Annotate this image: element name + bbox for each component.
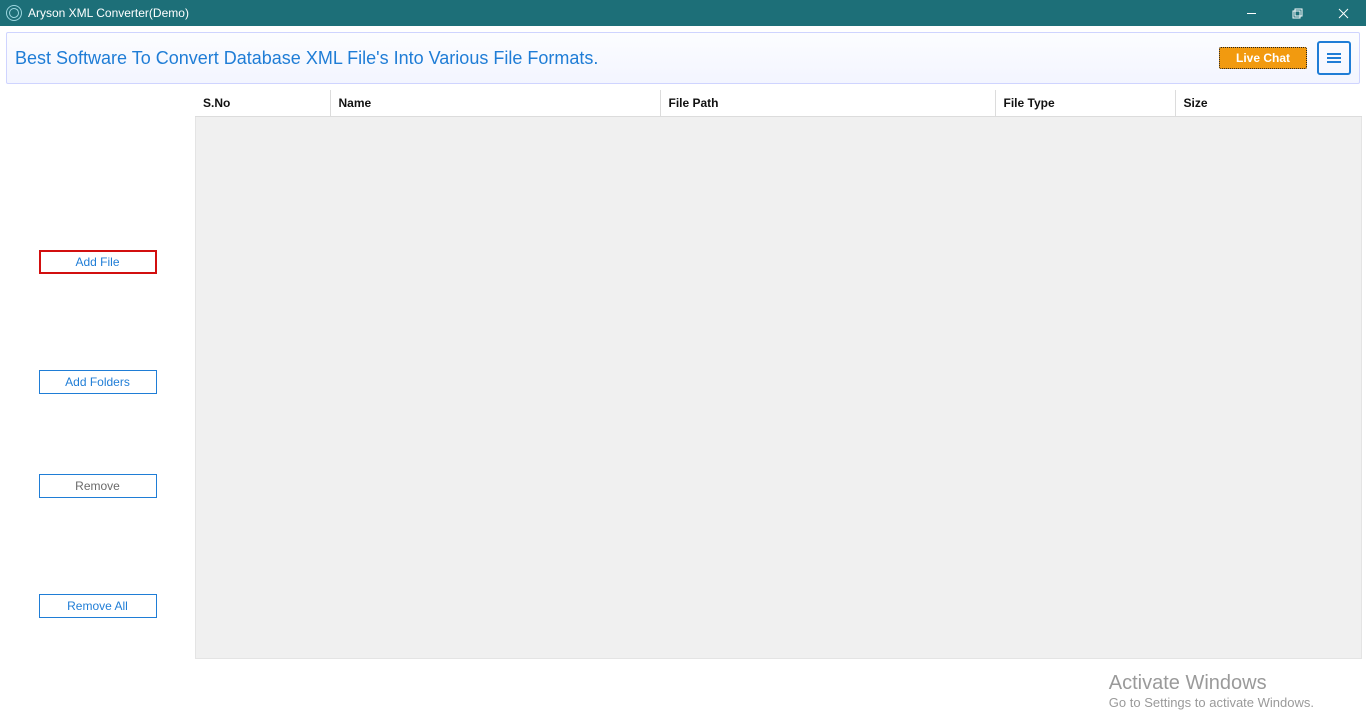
add-file-button[interactable]: Add File [39,250,157,274]
table-area: S.No Name File Path File Type Size [195,90,1366,728]
table-header-row: S.No Name File Path File Type Size [195,90,1362,117]
add-folders-button[interactable]: Add Folders [39,370,157,394]
live-chat-button[interactable]: Live Chat [1219,47,1307,69]
tagline-text: Best Software To Convert Database XML Fi… [15,48,1219,69]
remove-button[interactable]: Remove [39,474,157,498]
main-content: Add File Add Folders Remove Remove All S… [0,90,1366,728]
col-size[interactable]: Size [1175,90,1362,117]
minimize-button[interactable] [1228,0,1274,26]
file-table: S.No Name File Path File Type Size [195,90,1362,117]
sidebar: Add File Add Folders Remove Remove All [0,90,195,728]
hamburger-menu-button[interactable] [1317,41,1351,75]
window-controls [1228,0,1366,26]
col-name[interactable]: Name [330,90,660,117]
close-button[interactable] [1320,0,1366,26]
banner-area: Best Software To Convert Database XML Fi… [0,26,1366,90]
hamburger-icon [1327,51,1341,65]
maximize-button[interactable] [1274,0,1320,26]
table-body-empty [195,117,1362,659]
title-bar: Aryson XML Converter(Demo) [0,0,1366,26]
banner: Best Software To Convert Database XML Fi… [6,32,1360,84]
col-sno[interactable]: S.No [195,90,330,117]
app-icon [6,5,22,21]
col-file-path[interactable]: File Path [660,90,995,117]
remove-all-button[interactable]: Remove All [39,594,157,618]
window-title: Aryson XML Converter(Demo) [28,6,189,20]
col-file-type[interactable]: File Type [995,90,1175,117]
